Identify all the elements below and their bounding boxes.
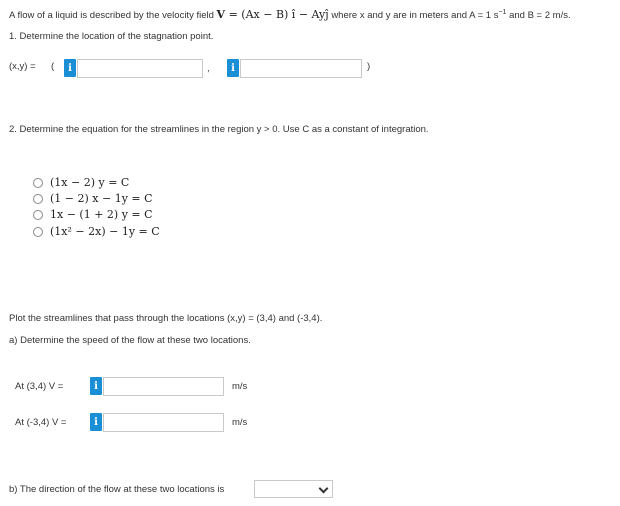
streamline-option-3[interactable]: 1x − (1 + 2) y = C	[33, 208, 153, 221]
info-icon[interactable]: i	[90, 377, 102, 395]
streamline-option-2[interactable]: (1 − 2) x − 1y = C	[33, 192, 153, 205]
xy-prefix: (x,y) =	[9, 61, 36, 72]
speed-3-4-input[interactable]	[103, 377, 224, 396]
radio-button[interactable]	[33, 226, 43, 237]
part-a-label: a) Determine the speed of the flow at th…	[9, 335, 251, 346]
streamline-option-1[interactable]: (1x − 2) y = C	[33, 176, 129, 189]
speed-row-2-label: At (-3,4) V =	[15, 417, 67, 428]
close-paren: )	[367, 61, 371, 72]
question-1-label: 1. Determine the location of the stagnat…	[9, 31, 214, 42]
intro-text: A flow of a liquid is described by the v…	[9, 10, 214, 21]
intro-text-units: where x and y are in meters and A = 1 s	[331, 10, 499, 21]
direction-dropdown[interactable]	[254, 480, 333, 498]
option-label: (1x − 2) y = C	[50, 176, 130, 189]
info-icon[interactable]: i	[64, 59, 76, 77]
unit-label: m/s	[232, 381, 248, 392]
streamline-option-4[interactable]: (1x² − 2x) − 1y = C	[33, 225, 160, 238]
info-icon[interactable]: i	[90, 413, 102, 431]
question-2-label: 2. Determine the equation for the stream…	[9, 124, 429, 135]
speed-neg3-4-input[interactable]	[103, 413, 224, 432]
part-b-label: b) The direction of the flow at these tw…	[9, 484, 225, 495]
problem-statement: A flow of a liquid is described by the v…	[9, 8, 571, 21]
stagnation-x-input[interactable]	[77, 59, 203, 78]
option-label: 1x − (1 + 2) y = C	[50, 208, 153, 221]
radio-button[interactable]	[33, 193, 43, 204]
speed-row-1-label: At (3,4) V =	[15, 381, 64, 392]
stagnation-y-input[interactable]	[240, 59, 362, 78]
unit-label: m/s	[232, 417, 248, 428]
option-label: (1x² − 2x) − 1y = C	[50, 225, 160, 238]
radio-button[interactable]	[33, 177, 43, 188]
streamline-plot-instruction: Plot the streamlines that pass through t…	[9, 313, 323, 324]
info-icon[interactable]: i	[227, 59, 239, 77]
option-label: (1 − 2) x − 1y = C	[50, 192, 153, 205]
open-paren: (	[51, 61, 55, 72]
comma-separator: ,	[207, 63, 210, 74]
velocity-equation: V = (Ax − B) î − Ayĵ	[216, 8, 329, 21]
radio-button[interactable]	[33, 209, 43, 220]
chevron-down-icon	[318, 483, 329, 494]
